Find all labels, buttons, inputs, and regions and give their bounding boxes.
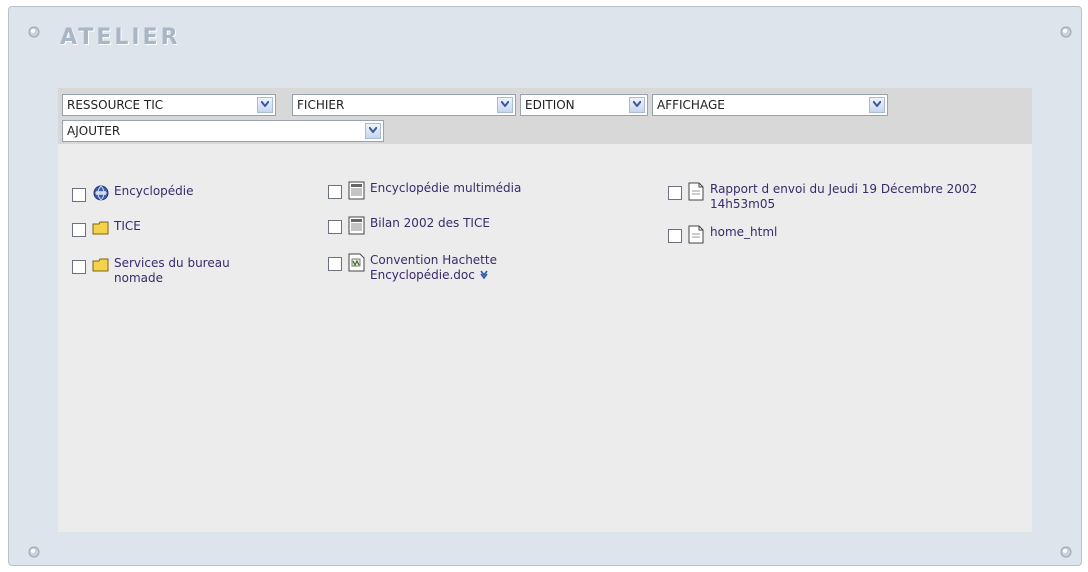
list-item: Services du bureau nomade <box>72 256 292 286</box>
item-checkbox[interactable] <box>328 185 342 199</box>
item-checkbox[interactable] <box>72 188 86 202</box>
select-label: AFFICHAGE <box>657 98 725 112</box>
chevron-down-icon[interactable] <box>629 97 645 113</box>
rivet-icon <box>27 545 41 559</box>
item-checkbox[interactable] <box>72 223 86 237</box>
download-arrow-icon[interactable] <box>479 268 489 283</box>
rivet-icon <box>27 25 41 39</box>
list-item: home_html <box>668 225 968 244</box>
list-item: Encyclopédie <box>72 184 292 202</box>
rivet-icon <box>1059 545 1073 559</box>
list-item: TICE <box>72 219 292 237</box>
select-label: FICHIER <box>297 98 345 112</box>
chevron-down-icon[interactable] <box>869 97 885 113</box>
affichage-select[interactable]: AFFICHAGE <box>652 94 888 116</box>
list-item: Bilan 2002 des TICE <box>328 216 588 235</box>
item-link-services[interactable]: Services du bureau nomade <box>114 256 264 286</box>
chevron-down-icon[interactable] <box>497 97 513 113</box>
chevron-down-icon[interactable] <box>365 123 381 139</box>
item-checkbox[interactable] <box>668 186 682 200</box>
document-icon <box>688 225 706 244</box>
item-link-encyclopedie-multimedia[interactable]: Encyclopédie multimédia <box>370 181 521 196</box>
list-item: Encyclopédie multimédia <box>328 181 588 200</box>
list-item: Convention Hachette Encyclopédie.doc <box>328 253 558 283</box>
list-item: Rapport d envoi du Jeudi 19 Décembre 200… <box>668 182 1038 212</box>
item-checkbox[interactable] <box>72 260 86 274</box>
item-checkbox[interactable] <box>668 229 682 243</box>
document-icon <box>688 182 706 201</box>
select-label: EDITION <box>525 98 575 112</box>
chevron-down-icon[interactable] <box>257 97 273 113</box>
item-link-home-html[interactable]: home_html <box>710 225 777 240</box>
ajouter-select[interactable]: AJOUTER <box>62 120 384 142</box>
folder-icon <box>92 256 110 274</box>
panel-title: ATELIER <box>60 25 181 50</box>
html-document-icon <box>348 216 366 235</box>
select-label: RESSOURCE TIC <box>67 98 164 112</box>
item-link-encyclopedie[interactable]: Encyclopédie <box>114 184 194 199</box>
item-link-convention-hachette[interactable]: Convention Hachette Encyclopédie.doc <box>370 253 550 283</box>
item-link-bilan-2002[interactable]: Bilan 2002 des TICE <box>370 216 490 231</box>
ressource-tic-select[interactable]: RESSOURCE TIC <box>62 94 276 116</box>
folder-icon <box>92 219 110 237</box>
globe-link-icon <box>92 184 110 202</box>
select-label: AJOUTER <box>67 124 121 138</box>
item-link-tice[interactable]: TICE <box>114 219 141 234</box>
edition-select[interactable]: EDITION <box>520 94 648 116</box>
rivet-icon <box>1059 25 1073 39</box>
word-document-icon <box>348 253 366 272</box>
html-document-icon <box>348 181 366 200</box>
fichier-select[interactable]: FICHIER <box>292 94 516 116</box>
toolbar: RESSOURCE TIC FICHIER EDITION AFFICHAGE … <box>58 88 1032 144</box>
item-checkbox[interactable] <box>328 220 342 234</box>
item-link-rapport[interactable]: Rapport d envoi du Jeudi 19 Décembre 200… <box>710 182 1020 212</box>
content-area: RESSOURCE TIC FICHIER EDITION AFFICHAGE … <box>58 88 1032 532</box>
item-checkbox[interactable] <box>328 257 342 271</box>
